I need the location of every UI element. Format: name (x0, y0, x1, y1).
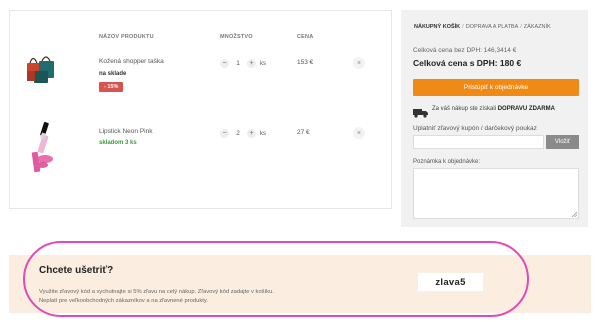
column-header-price: CENA (297, 34, 314, 40)
breadcrumb-customer[interactable]: ZÁKAZNÍK (524, 24, 551, 30)
item-price: 27 € (297, 129, 310, 136)
quantity-input[interactable]: 2 (233, 130, 243, 137)
product-name[interactable]: Kožená shopper taška (99, 58, 164, 65)
order-summary-panel: NÁKUPNÝ KOŠÍK / DOPRAVA A PLATBA / ZÁKAZNÍK … (401, 10, 588, 227)
item-price: 153 € (297, 59, 314, 66)
quantity-input[interactable]: 1 (233, 60, 243, 67)
increase-button[interactable]: + (247, 59, 256, 68)
breadcrumb-separator: / (520, 24, 522, 30)
breadcrumb: NÁKUPNÝ KOŠÍK / DOPRAVA A PLATBA / ZÁKAZNÍK (414, 24, 551, 30)
decrease-button[interactable]: − (220, 129, 229, 138)
apply-coupon-button[interactable]: Vložiť (546, 135, 579, 149)
cart-table: NÁZOV PRODUKTU MNOŽSTVO CENA Kožená shop… (9, 10, 392, 209)
resize-handle-icon[interactable] (571, 211, 577, 217)
quantity-stepper: − 2 + ks (220, 129, 266, 138)
order-note-label: Poznámka k objednávke: (413, 159, 481, 165)
remove-item-button[interactable]: × (353, 127, 365, 139)
lipstick-icon[interactable] (28, 121, 58, 180)
free-shipping-note: Za váš nákup ste získali DOPRAVU ZDARMA (432, 106, 555, 112)
quantity-unit: ks (260, 60, 266, 67)
remove-item-button[interactable]: × (353, 57, 365, 69)
increase-button[interactable]: + (247, 129, 256, 138)
total-without-vat: Celková cena bez DPH: 146,3414 € (413, 47, 517, 54)
quantity-stepper: − 1 + ks (220, 59, 266, 68)
stock-status: na sklade (99, 71, 127, 77)
stock-status: skladom 3 ks (99, 140, 137, 146)
free-shipping-text: Za váš nákup ste získali (432, 106, 497, 112)
decrease-button[interactable]: − (220, 59, 229, 68)
total-with-vat: Celková cena s DPH: 180 € (413, 58, 522, 68)
free-shipping-highlight: DOPRAVU ZDARMA (497, 106, 555, 112)
shopper-bag-icon[interactable] (24, 51, 58, 90)
coupon-input[interactable] (413, 135, 544, 149)
proceed-to-order-button[interactable]: Pristúpiť k objednávke (413, 79, 579, 96)
breadcrumb-shipping[interactable]: DOPRAVA A PLATBA (466, 24, 519, 30)
product-name[interactable]: Lipstick Neon Pink (99, 128, 152, 135)
breadcrumb-separator: / (462, 24, 464, 30)
quantity-unit: ks (260, 130, 266, 137)
truck-icon (413, 105, 429, 123)
discount-badge: - 15% (99, 82, 124, 92)
column-header-quantity: MNOŽSTVO (220, 34, 253, 40)
order-note-textarea[interactable] (413, 168, 579, 219)
column-header-product: NÁZOV PRODUKTU (99, 34, 154, 40)
promo-highlight-outline (23, 241, 529, 317)
coupon-label: Uplatniť zľavový kupón / darčekový pouka… (413, 125, 537, 132)
breadcrumb-cart[interactable]: NÁKUPNÝ KOŠÍK (414, 24, 460, 30)
